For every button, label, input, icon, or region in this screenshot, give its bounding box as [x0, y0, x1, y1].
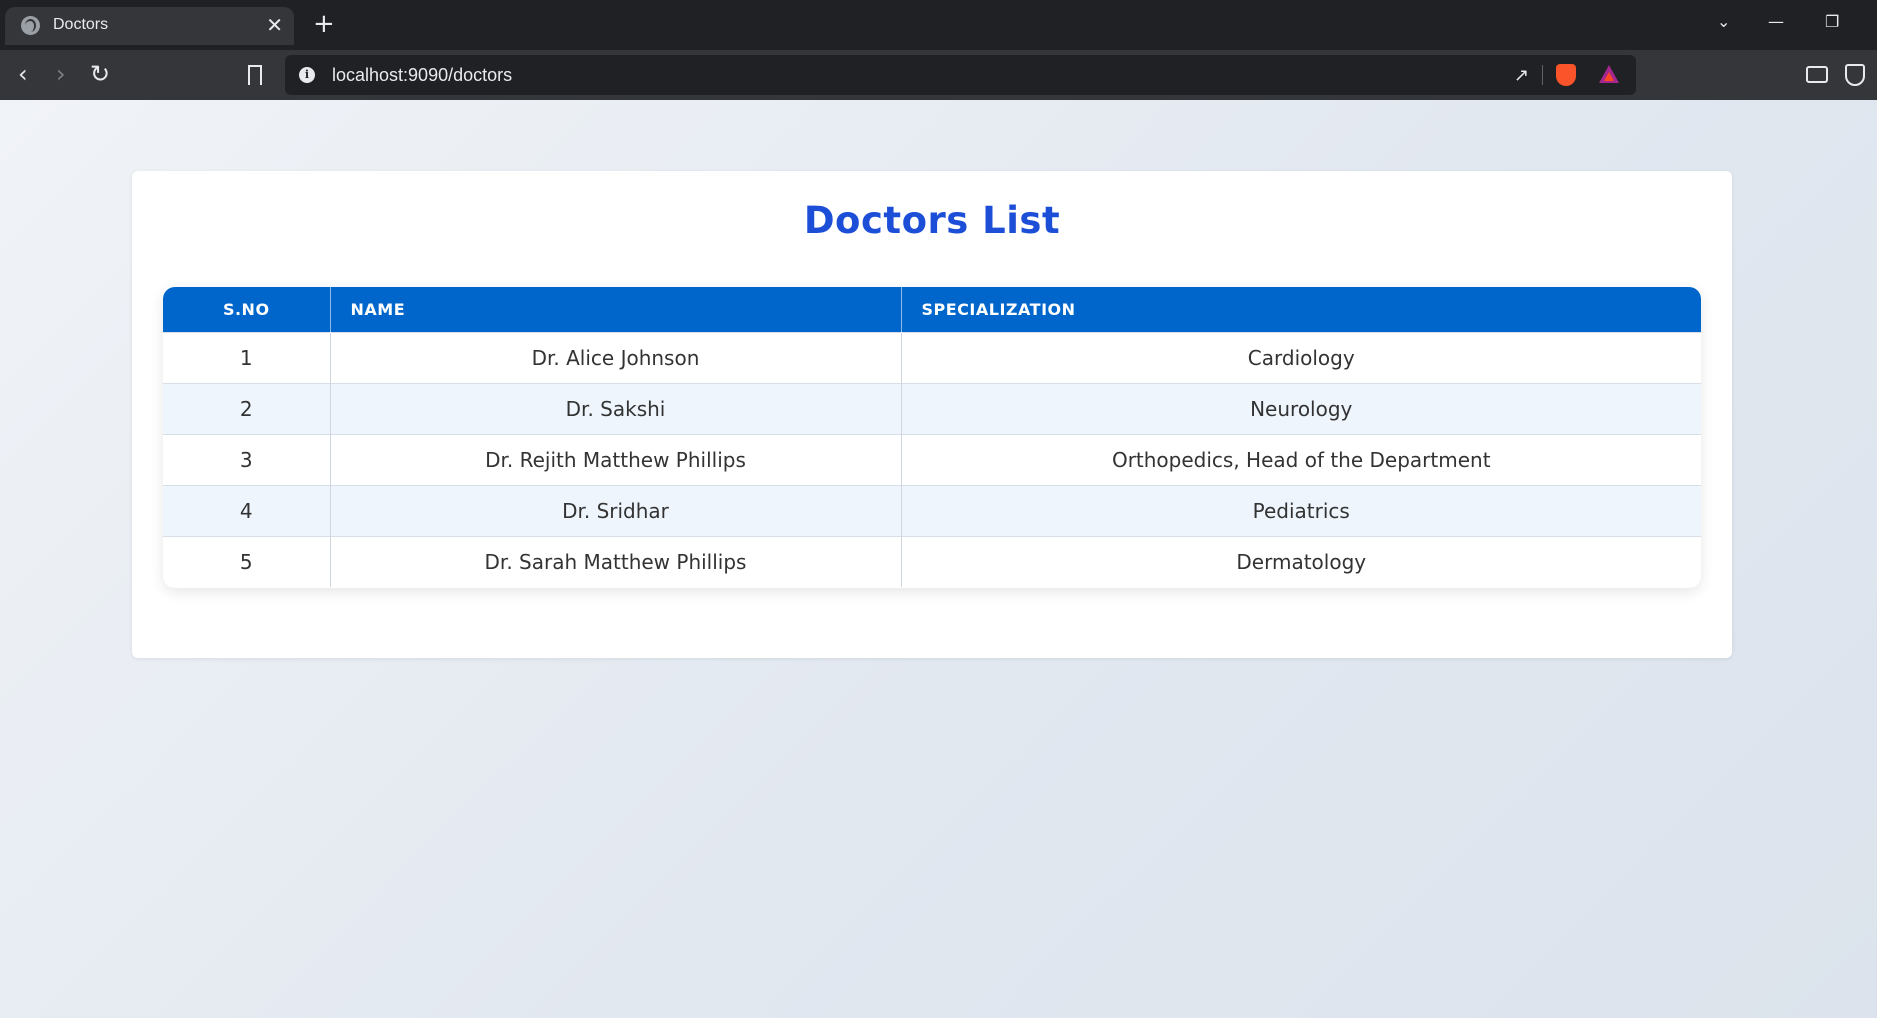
address-bar[interactable]: i localhost:9090/doctors ↗ [285, 55, 1636, 95]
share-icon[interactable]: ↗ [1514, 65, 1529, 86]
cell-name: Dr. Sarah Matthew Phillips [330, 535, 902, 587]
globe-icon [21, 16, 40, 35]
cell-name: Dr. Sridhar [330, 484, 902, 536]
brave-rewards-icon[interactable] [1599, 65, 1619, 83]
header-sno: S.NO [163, 287, 331, 332]
back-arrow-icon[interactable]: ‹ [18, 60, 28, 88]
vpn-shield-icon[interactable] [1845, 64, 1865, 86]
doctors-card: Doctors List S.NO NAME SPECIALIZATION 1 … [132, 171, 1732, 658]
cell-sno: 1 [163, 331, 331, 383]
cell-specialization: Orthopedics, Head of the Department [901, 433, 1701, 485]
cell-specialization: Cardiology [901, 331, 1701, 383]
table-row: 2 Dr. Sakshi Neurology [163, 382, 1701, 434]
cell-specialization: Dermatology [901, 535, 1701, 587]
divider [1542, 65, 1543, 85]
table-row: 4 Dr. Sridhar Pediatrics [163, 484, 1701, 536]
table-row: 1 Dr. Alice Johnson Cardiology [163, 331, 1701, 383]
new-tab-button[interactable]: + [313, 10, 335, 38]
header-specialization: SPECIALIZATION [901, 287, 1701, 332]
cell-specialization: Neurology [901, 382, 1701, 434]
table-header-row: S.NO NAME SPECIALIZATION [163, 287, 1701, 332]
cell-name: Dr. Sakshi [330, 382, 902, 434]
minimize-button[interactable]: — [1768, 12, 1784, 31]
cell-name: Dr. Rejith Matthew Phillips [330, 433, 902, 485]
brave-shields-icon[interactable] [1556, 64, 1576, 86]
cell-sno: 5 [163, 535, 331, 587]
page-viewport: Doctors List S.NO NAME SPECIALIZATION 1 … [0, 100, 1877, 1018]
table-row: 3 Dr. Rejith Matthew Phillips Orthopedic… [163, 433, 1701, 485]
tab-bar: Doctors ✕ + ⌄ — ❐ [0, 0, 1877, 50]
table-row: 5 Dr. Sarah Matthew Phillips Dermatology [163, 535, 1701, 587]
cell-specialization: Pediatrics [901, 484, 1701, 536]
restore-button[interactable]: ❐ [1825, 12, 1839, 31]
site-info-icon[interactable]: i [299, 67, 315, 83]
bookmark-icon[interactable] [248, 65, 262, 85]
cell-name: Dr. Alice Johnson [330, 331, 902, 383]
cell-sno: 2 [163, 382, 331, 434]
close-tab-icon[interactable]: ✕ [266, 13, 283, 37]
tab-search-dropdown-icon[interactable]: ⌄ [1717, 12, 1730, 31]
reload-icon[interactable]: ↻ [90, 60, 110, 88]
header-name: NAME [330, 287, 902, 332]
cell-sno: 3 [163, 433, 331, 485]
tab-title: Doctors [53, 16, 109, 33]
cell-sno: 4 [163, 484, 331, 536]
url-text[interactable]: localhost:9090/doctors [332, 65, 512, 86]
doctors-table: S.NO NAME SPECIALIZATION 1 Dr. Alice Joh… [163, 287, 1701, 588]
browser-tab[interactable]: Doctors ✕ [5, 7, 294, 45]
page-title: Doctors List [803, 199, 1061, 242]
wallet-icon[interactable] [1806, 66, 1828, 83]
forward-arrow-icon[interactable]: › [56, 60, 66, 88]
